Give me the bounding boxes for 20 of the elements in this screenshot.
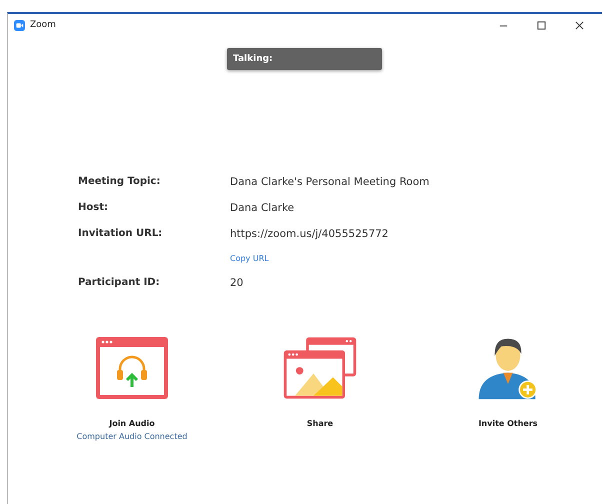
- maximize-icon[interactable]: [537, 20, 546, 30]
- detail-value: 20: [230, 277, 244, 289]
- headphones-window-icon[interactable]: [94, 335, 170, 401]
- detail-value: Dana Clarke: [230, 202, 294, 214]
- talking-banner: Talking:: [227, 48, 382, 70]
- action-button[interactable]: Invite Others: [478, 419, 538, 428]
- image-windows-icon[interactable]: [282, 335, 358, 401]
- action-button[interactable]: Join Audio: [109, 419, 155, 428]
- detail-label: Meeting Topic:: [78, 176, 162, 188]
- action-button[interactable]: Share: [306, 419, 334, 428]
- detail-value: Dana Clarke's Personal Meeting Room: [230, 176, 430, 188]
- audio-status: Computer Audio Connected: [76, 432, 188, 441]
- app-logo-icon: [14, 20, 25, 30]
- detail-label: Host:: [78, 202, 109, 214]
- close-icon[interactable]: [575, 20, 584, 30]
- window-title: Zoom: [30, 20, 56, 30]
- detail-value: https://zoom.us/j/4055525772: [230, 228, 388, 240]
- detail-label: Invitation URL:: [78, 228, 164, 241]
- copy-url-link[interactable]: Copy URL: [230, 254, 388, 263]
- detail-label: Participant ID:: [78, 277, 161, 289]
